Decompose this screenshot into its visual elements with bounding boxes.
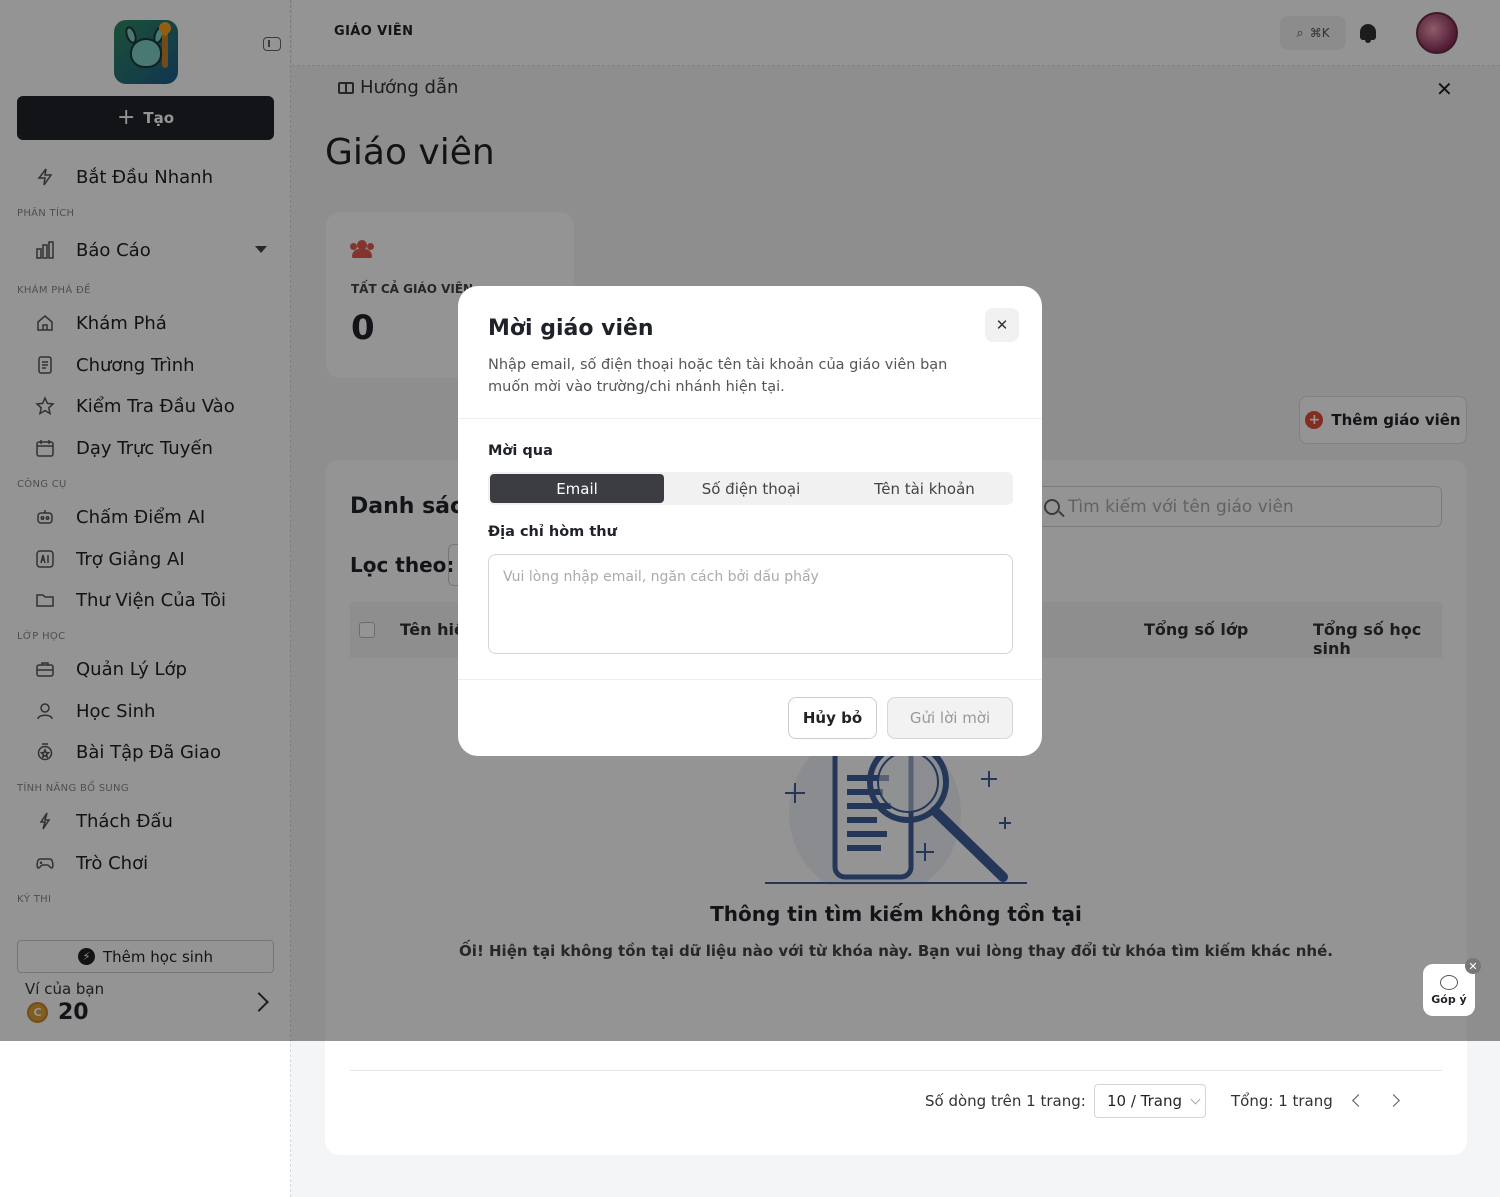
email-field[interactable] — [488, 554, 1013, 654]
chevron-down-icon — [1190, 1094, 1201, 1104]
tab-phone[interactable]: Số điện thoại — [664, 474, 838, 503]
invite-teacher-dialog: Mời giáo viên ✕ Nhập email, số điện thoạ… — [458, 286, 1042, 756]
close-icon[interactable]: ✕ — [985, 308, 1019, 342]
divider — [458, 679, 1042, 680]
rows-per-page-select[interactable]: 10 / Trang — [1094, 1084, 1206, 1118]
total-pages: Tổng: 1 trang — [1231, 1092, 1333, 1110]
invite-method-tabs: Email Số điện thoại Tên tài khoản — [488, 472, 1013, 505]
email-address-label: Địa chỉ hòm thư — [488, 524, 617, 540]
next-page-icon[interactable] — [1387, 1094, 1400, 1107]
rows-per-page-value: 10 / Trang — [1107, 1092, 1183, 1110]
divider — [458, 418, 1042, 419]
divider — [350, 1070, 1442, 1071]
feedback-button[interactable]: Góp ý ✕ — [1423, 958, 1481, 1016]
invite-via-label: Mời qua — [488, 443, 553, 459]
chat-bubble-icon — [1440, 974, 1458, 990]
cancel-button[interactable]: Hủy bỏ — [788, 697, 877, 739]
feedback-label: Góp ý — [1431, 992, 1467, 1006]
tab-email[interactable]: Email — [490, 474, 664, 503]
dialog-description: Nhập email, số điện thoại hoặc tên tài k… — [488, 357, 948, 395]
previous-page-icon[interactable] — [1352, 1094, 1365, 1107]
close-icon[interactable]: ✕ — [1465, 958, 1481, 974]
send-invite-button[interactable]: Gửi lời mời — [887, 697, 1013, 739]
dialog-title: Mời giáo viên — [488, 316, 654, 341]
rows-per-page-label: Số dòng trên 1 trang: — [925, 1092, 1086, 1110]
tab-username[interactable]: Tên tài khoản — [838, 474, 1011, 503]
